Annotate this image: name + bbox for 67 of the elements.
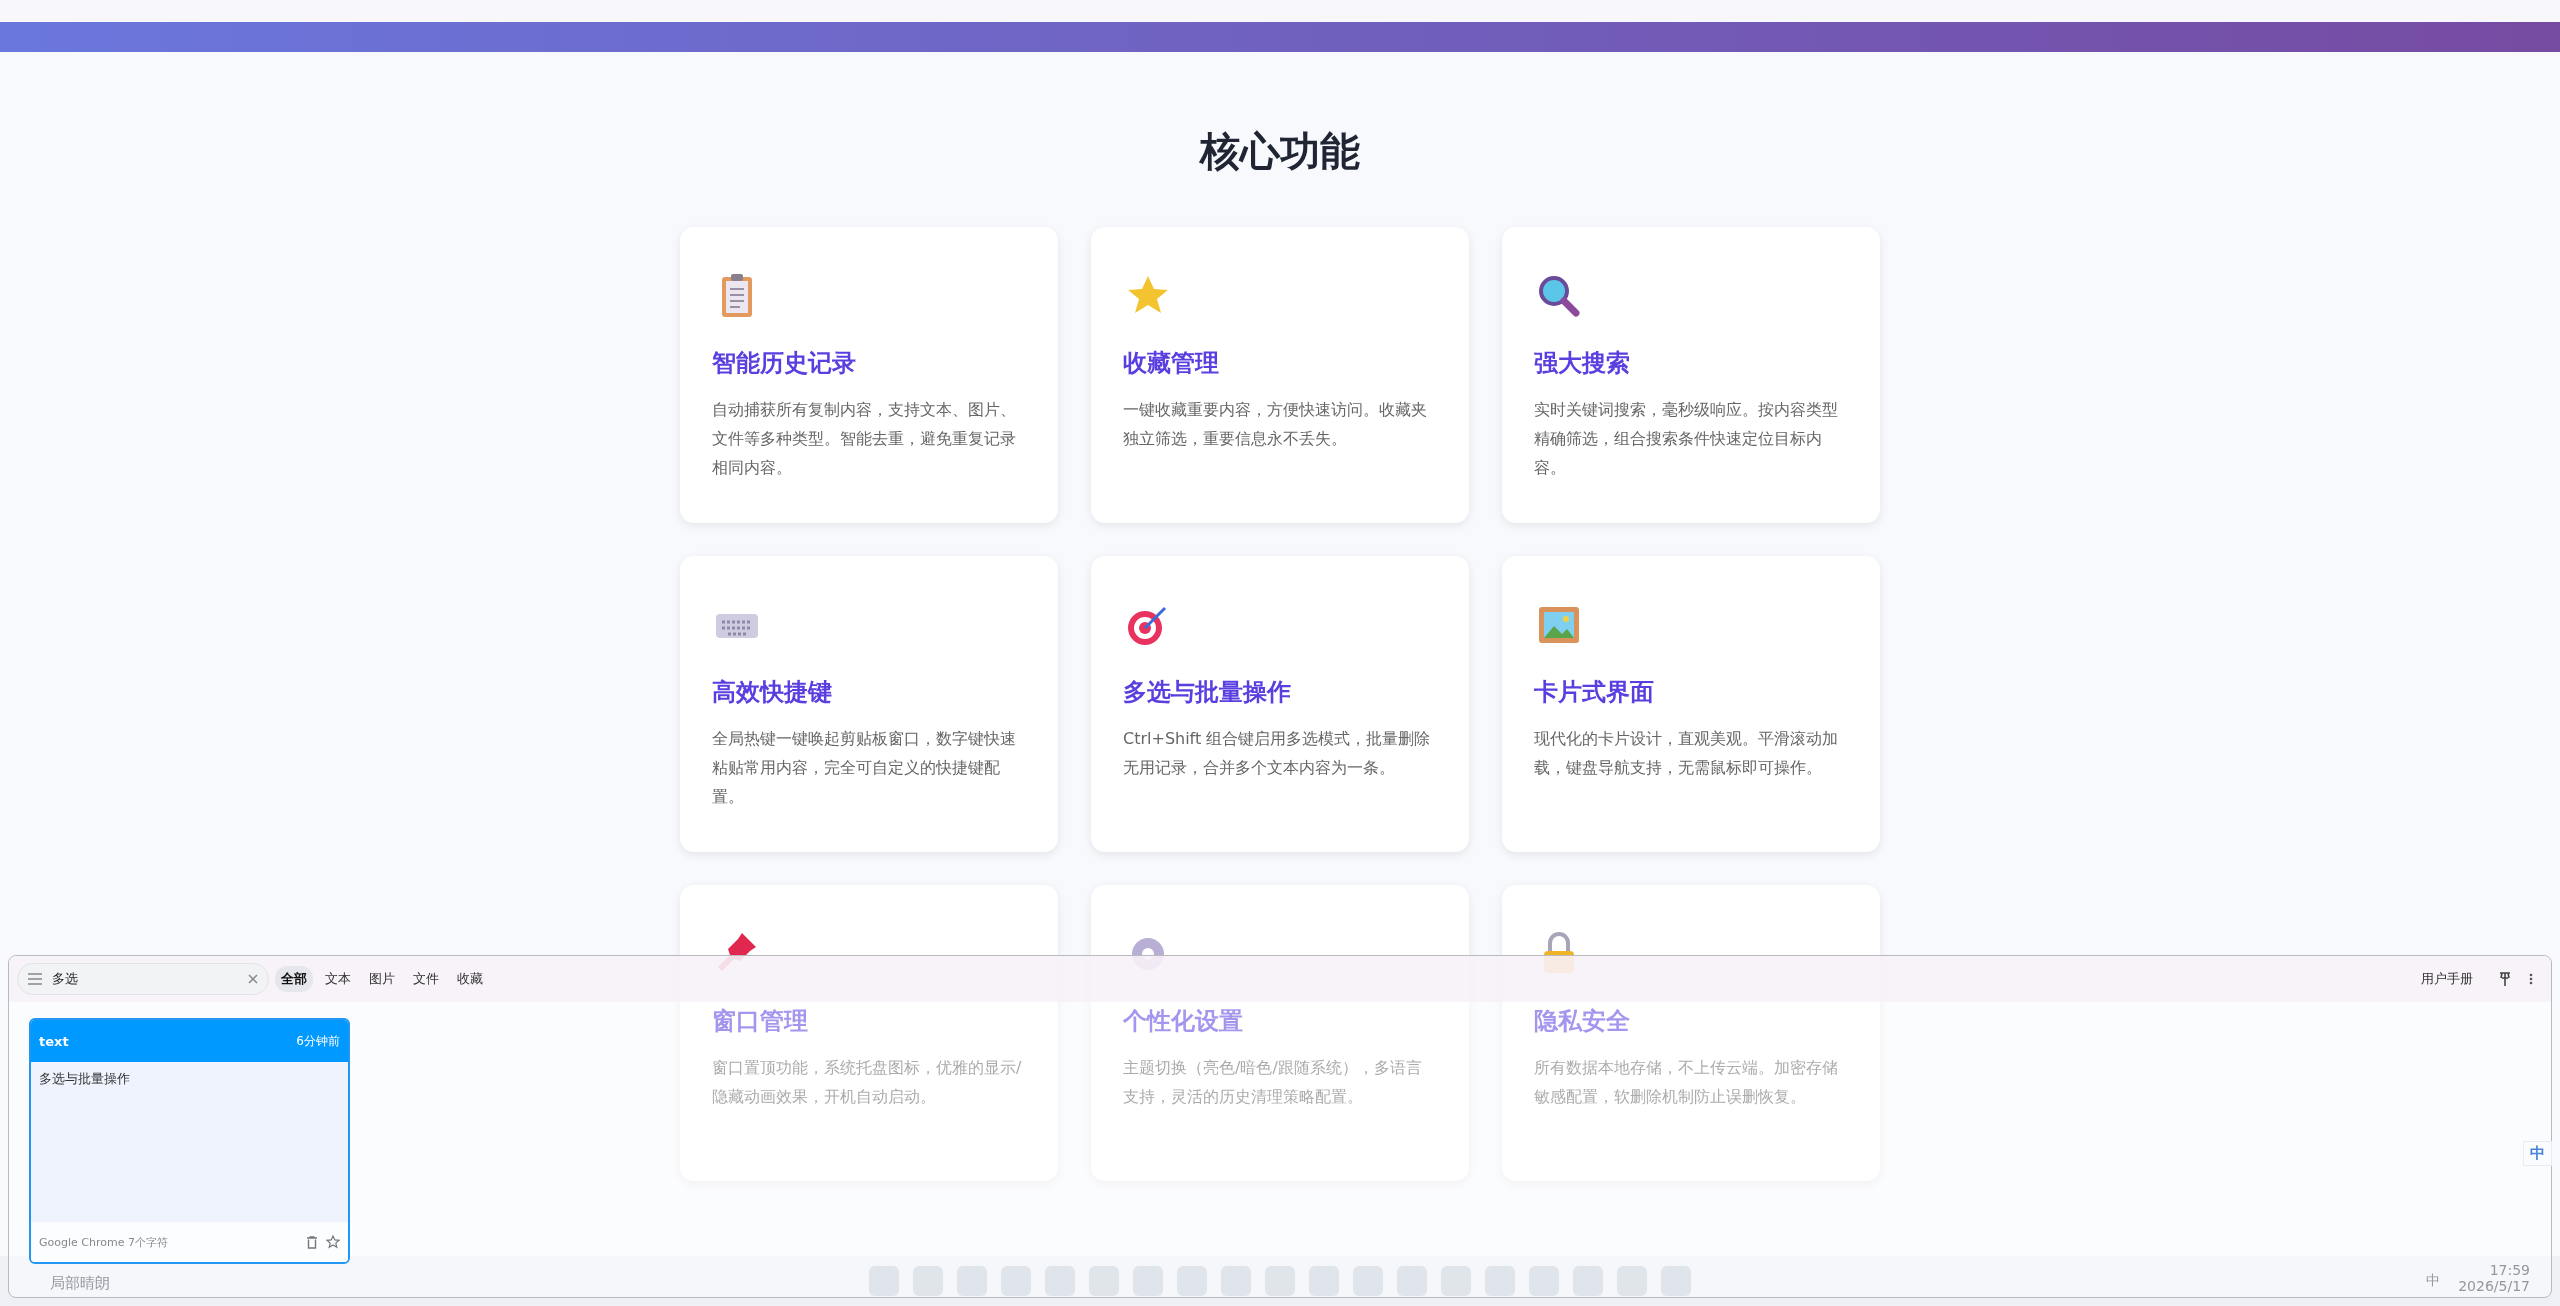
- pin-icon[interactable]: [2497, 970, 2513, 988]
- taskbar-app-icon[interactable]: [1485, 1266, 1515, 1296]
- taskbar-app-icon[interactable]: [1661, 1266, 1691, 1296]
- feature-title: 智能历史记录: [712, 348, 857, 379]
- feature-description: Ctrl+Shift 组合键启用多选模式，批量删除无用记录，合并多个文本内容为一条。: [1123, 728, 1432, 779]
- taskbar-app-icon[interactable]: [957, 1266, 987, 1296]
- filter-tab[interactable]: 图片: [363, 966, 401, 992]
- star-icon: [1128, 276, 1168, 313]
- feature-title: 收藏管理: [1123, 348, 1220, 379]
- taskbar-app-icon[interactable]: [1529, 1266, 1559, 1296]
- feature-title: 卡片式界面: [1534, 677, 1655, 708]
- item-type: text: [39, 1033, 69, 1049]
- taskbar-app-icon[interactable]: [1573, 1266, 1603, 1296]
- star-icon[interactable]: [326, 1235, 340, 1249]
- menu-icon[interactable]: [28, 973, 42, 985]
- taskbar-app-icon[interactable]: [1221, 1266, 1251, 1296]
- filter-tab[interactable]: 文本: [319, 966, 357, 992]
- feature-title: 高效快捷键: [712, 677, 833, 708]
- feature-description: 所有数据本地存储，不上传云端。加密存储敏感配置，软删除机制防止误删恢复。: [1534, 1057, 1839, 1108]
- feature-description: 一键收藏重要内容，方便快速访问。收藏夹独立筛选，重要信息永不丢失。: [1123, 399, 1428, 450]
- taskbar-app-icon[interactable]: [1617, 1266, 1647, 1296]
- feature-description: 窗口置顶功能，系统托盘图标，优雅的显示/隐藏动画效果，开机自动启动。: [712, 1057, 1023, 1108]
- clock-date: 2026/5/17: [2458, 1278, 2530, 1294]
- taskbar-app-icon[interactable]: [1397, 1266, 1427, 1296]
- target-icon: [1128, 606, 1167, 645]
- feature-title: 个性化设置: [1123, 1006, 1244, 1037]
- feature-description: 现代化的卡片设计，直观美观。平滑滚动加载，键盘导航支持，无需鼠标即可操作。: [1534, 728, 1839, 779]
- close-icon[interactable]: [248, 974, 258, 984]
- feature-description: 自动捕获所有复制内容，支持文本、图片、文件等多种类型。智能去重，避免重复记录相同内容。: [712, 399, 1017, 479]
- filter-tab[interactable]: 全部: [275, 966, 313, 992]
- search-input[interactable]: 多选: [50, 970, 240, 988]
- taskbar-app-icon[interactable]: [1353, 1266, 1383, 1296]
- item-content: 多选与批量操作: [31, 1062, 348, 1222]
- item-time: 6分钟前: [296, 1032, 340, 1050]
- feature-description: 全局热键一键唤起剪贴板窗口，数字键快速粘贴常用内容，完全可自定义的快捷键配置。: [712, 728, 1017, 808]
- ime-mode-text[interactable]: 中: [2530, 1144, 2545, 1163]
- taskbar-app-icon[interactable]: [1441, 1266, 1471, 1296]
- taskbar-app-icon[interactable]: [1309, 1266, 1339, 1296]
- feature-title: 多选与批量操作: [1123, 677, 1292, 708]
- filter-tab[interactable]: 文件: [407, 966, 445, 992]
- more-icon[interactable]: [2527, 971, 2535, 987]
- taskbar-app-icon[interactable]: [1045, 1266, 1075, 1296]
- user-manual-link[interactable]: 用户手册: [2421, 970, 2473, 988]
- clipboard-item-card[interactable]: text 6分钟前 多选与批量操作 Google Chrome 7个字符: [29, 1018, 350, 1264]
- feature-title: 窗口管理: [712, 1006, 809, 1037]
- taskbar-app-icon[interactable]: [913, 1266, 943, 1296]
- feature-title: 隐私安全: [1534, 1006, 1631, 1037]
- taskbar-app-icon[interactable]: [1089, 1266, 1119, 1296]
- keyboard-icon: [716, 614, 758, 638]
- feature-title: 强大搜索: [1534, 348, 1631, 379]
- feature-description: 主题切换（亮色/暗色/跟随系统），多语言支持，灵活的历史清理策略配置。: [1123, 1057, 1423, 1108]
- trash-icon[interactable]: [306, 1235, 318, 1249]
- weather-text: 局部晴朗: [50, 1274, 110, 1293]
- clipboard-icon: [722, 274, 752, 317]
- feature-description: 实时关键词搜索，毫秒级响应。按内容类型精确筛选，组合搜索条件快速定位目标内容。: [1534, 399, 1839, 479]
- image-icon: [1539, 607, 1579, 643]
- section-heading: 核心功能: [1200, 127, 1360, 176]
- taskbar-app-icon[interactable]: [869, 1266, 899, 1296]
- taskbar-app-icon[interactable]: [1001, 1266, 1031, 1296]
- magnifier-icon: [1539, 276, 1580, 317]
- taskbar-app-icon[interactable]: [1177, 1266, 1207, 1296]
- filter-tab[interactable]: 收藏: [451, 966, 489, 992]
- taskbar-app-icon[interactable]: [1265, 1266, 1295, 1296]
- search-field[interactable]: 多选: [17, 963, 269, 995]
- item-source: Google Chrome 7个字符: [39, 1234, 169, 1250]
- taskbar-app-icon[interactable]: [1133, 1266, 1163, 1296]
- clock-time: 17:59: [2489, 1262, 2530, 1278]
